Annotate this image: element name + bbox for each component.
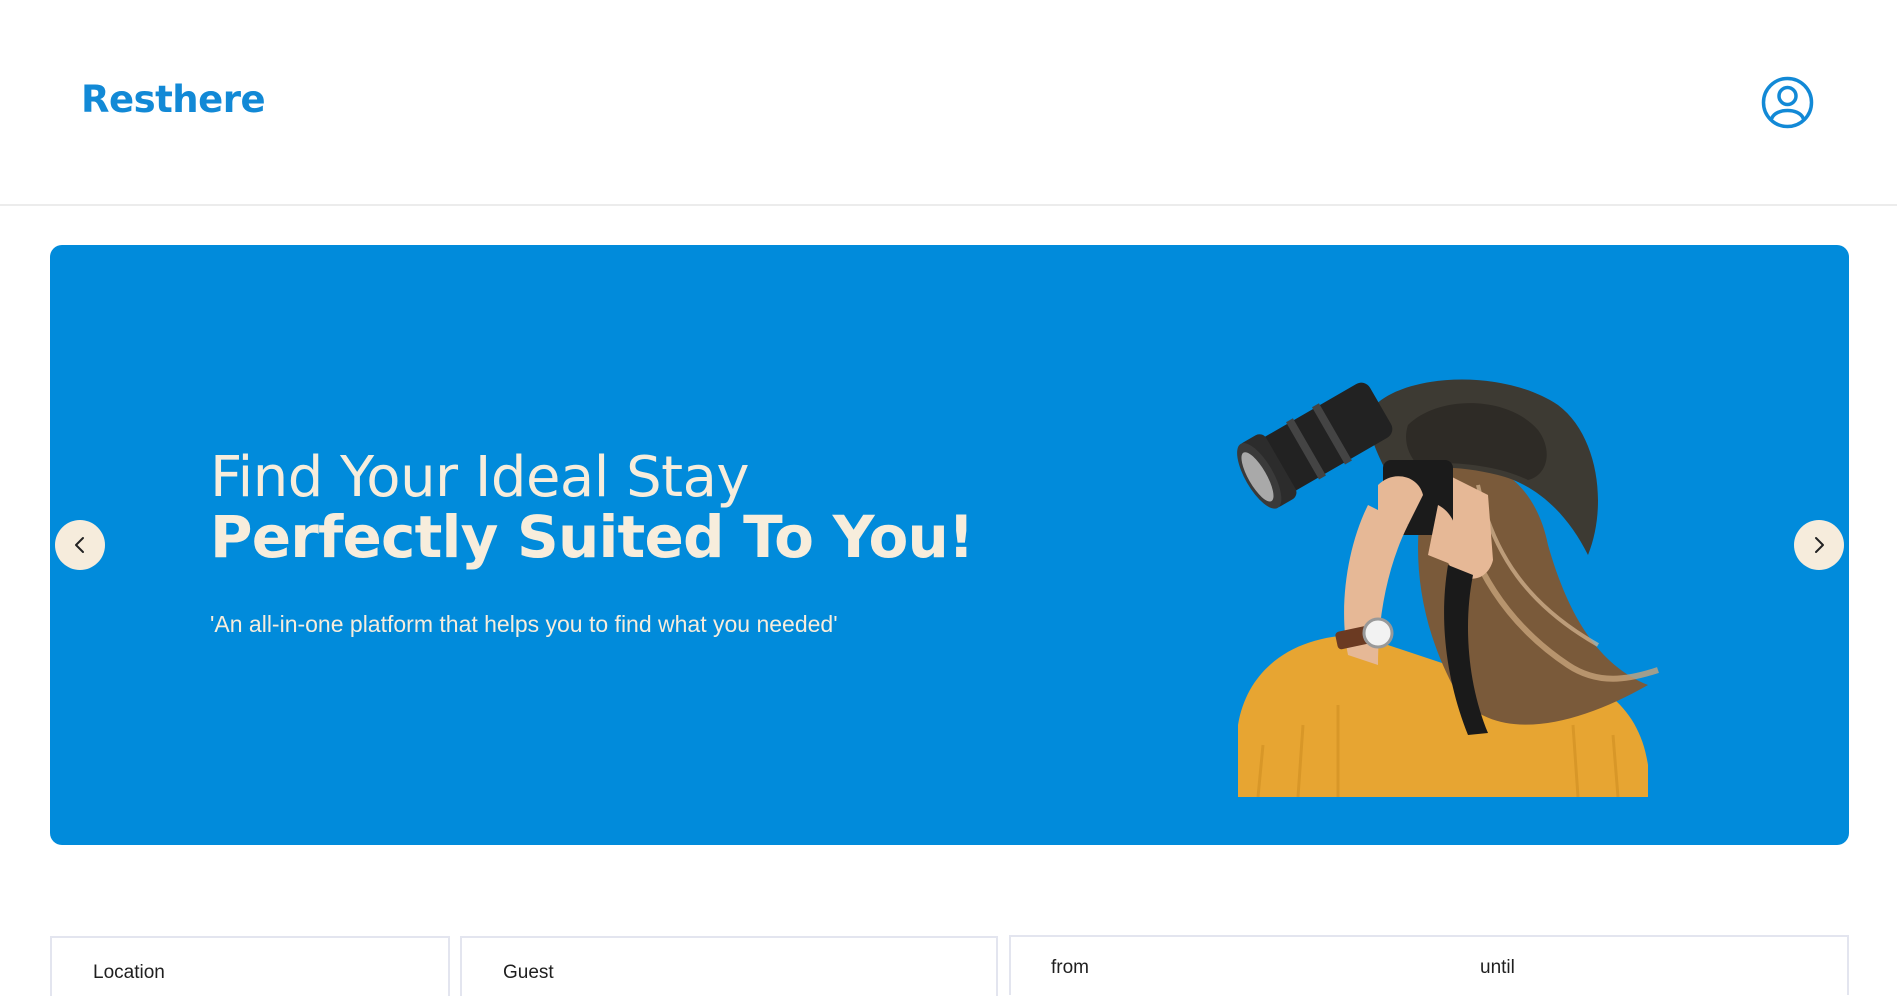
guest-field[interactable]: Guest [460,936,998,996]
location-label: Location [93,962,165,983]
from-label[interactable]: from [1051,957,1089,979]
chevron-right-icon [1815,537,1824,553]
hero-title: Find Your Ideal Stay Perfectly Suited To… [210,445,974,571]
profile-button[interactable] [1761,76,1814,129]
user-circle-icon [1761,76,1814,129]
carousel-prev-button[interactable] [55,520,105,570]
location-field[interactable]: Location [50,936,450,996]
chevron-left-icon [75,537,84,553]
hero-banner: Find Your Ideal Stay Perfectly Suited To… [50,245,1849,845]
hero-title-line1: Find Your Ideal Stay [210,445,750,510]
until-label[interactable]: until [1480,957,1515,979]
guest-label: Guest [503,962,554,983]
logo[interactable]: Resthere [81,78,266,121]
woman-with-camera-photo [1237,379,1659,797]
carousel-next-button[interactable] [1794,520,1844,570]
site-header: Resthere [0,0,1897,206]
hero-subtitle: 'An all-in-one platform that helps you t… [210,611,838,637]
date-range-field[interactable]: from until [1009,935,1849,995]
hero-title-line2: Perfectly Suited To You! [210,503,974,571]
